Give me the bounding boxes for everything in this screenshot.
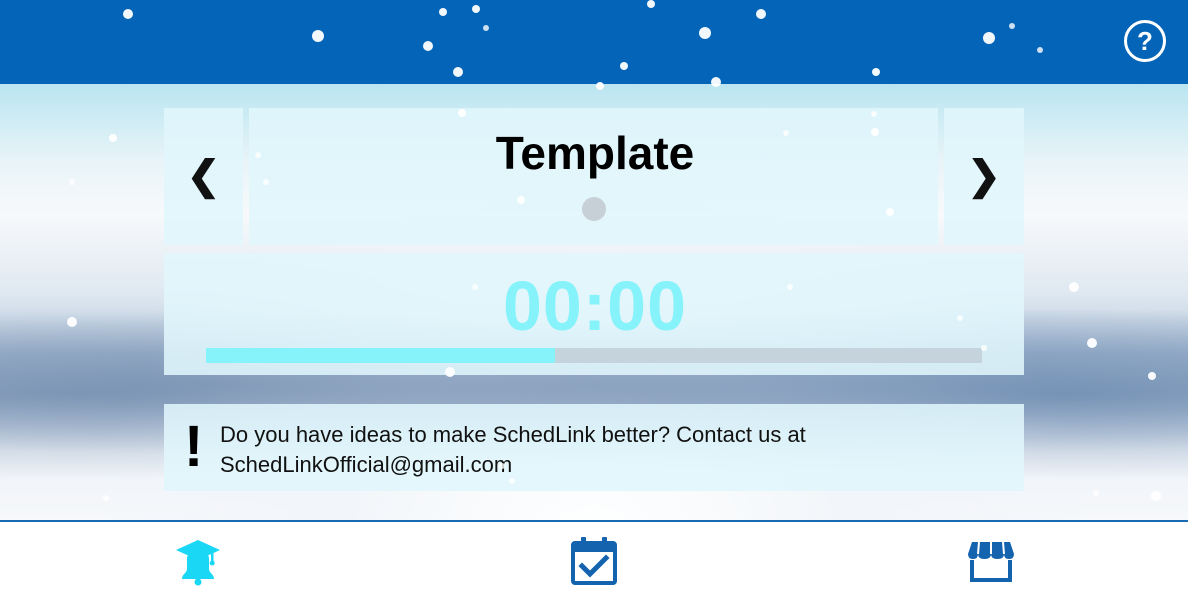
storefront-icon xyxy=(968,541,1014,582)
graduation-bell-icon xyxy=(176,540,220,586)
help-button[interactable]: ? xyxy=(1124,20,1166,62)
shop-tab[interactable] xyxy=(966,536,1016,586)
app-screen: ? ❮ ❯ Template 00:00 ! Do you have ideas… xyxy=(0,0,1190,595)
timer-display: 00:00 xyxy=(502,267,688,345)
exclamation-icon: ! xyxy=(184,414,204,479)
feedback-line-1: Do you have ideas to make SchedLink bett… xyxy=(220,422,806,447)
schedule-tab[interactable] xyxy=(569,536,619,586)
feedback-email: SchedLinkOfficial@gmail.com xyxy=(220,452,513,477)
calendar-check-icon xyxy=(571,537,617,585)
page-indicator-dot xyxy=(582,197,606,221)
timer-progress-fill xyxy=(206,348,556,363)
feedback-text: Do you have ideas to make SchedLink bett… xyxy=(220,420,980,480)
bottom-navigation xyxy=(0,520,1188,595)
top-bar: ? xyxy=(0,0,1188,84)
template-title: Template xyxy=(495,127,695,179)
study-tab[interactable] xyxy=(174,536,224,586)
timer-progress-bar xyxy=(206,348,982,363)
help-icon: ? xyxy=(1137,25,1153,56)
